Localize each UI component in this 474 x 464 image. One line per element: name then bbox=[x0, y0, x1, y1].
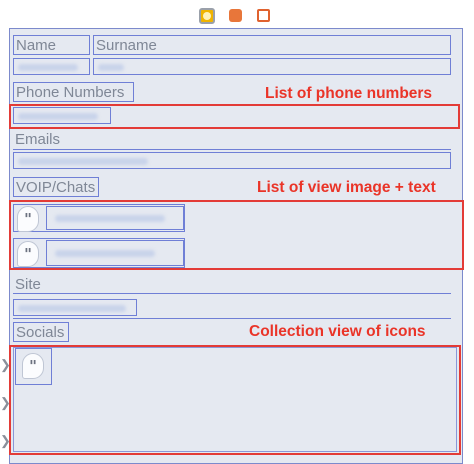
first-responder-icon[interactable] bbox=[229, 9, 242, 22]
site-divider-top bbox=[13, 293, 451, 294]
emails-list[interactable] bbox=[13, 152, 451, 169]
segue-arrow-icon: ❯ bbox=[0, 433, 11, 448]
socials-collection-view[interactable] bbox=[13, 347, 457, 452]
phone-numbers-label: Phone Numbers bbox=[13, 82, 134, 102]
socials-cell[interactable]: " bbox=[15, 348, 52, 385]
view-controller-icon[interactable] bbox=[199, 8, 215, 24]
hangouts-icon: " bbox=[17, 206, 39, 232]
name-field[interactable] bbox=[13, 58, 90, 75]
emails-label: Emails bbox=[15, 131, 61, 148]
hangouts-icon: " bbox=[22, 353, 44, 379]
name-label: Name bbox=[13, 35, 90, 55]
socials-label: Socials bbox=[13, 322, 69, 342]
segue-arrow-icon: ❯ bbox=[0, 395, 11, 410]
voip-chats-label: VOIP/Chats bbox=[13, 177, 99, 197]
surname-label: Surname bbox=[93, 35, 451, 55]
segue-arrow-icon: ❯ bbox=[0, 357, 11, 372]
site-label: Site bbox=[15, 276, 41, 293]
emails-divider-top bbox=[13, 149, 451, 150]
socials-annotation: Collection view of icons bbox=[249, 323, 426, 340]
voip-row[interactable]: " bbox=[13, 204, 185, 232]
exit-icon[interactable] bbox=[257, 9, 270, 22]
site-field[interactable] bbox=[13, 299, 137, 316]
voip-row[interactable]: " bbox=[13, 238, 185, 268]
voip-annotation: List of view image + text bbox=[257, 179, 436, 196]
phone-list[interactable] bbox=[13, 107, 111, 124]
site-divider-bottom bbox=[13, 318, 451, 319]
surname-field[interactable] bbox=[93, 58, 451, 75]
hangouts-icon: " bbox=[17, 241, 39, 267]
phones-annotation: List of phone numbers bbox=[265, 85, 433, 102]
